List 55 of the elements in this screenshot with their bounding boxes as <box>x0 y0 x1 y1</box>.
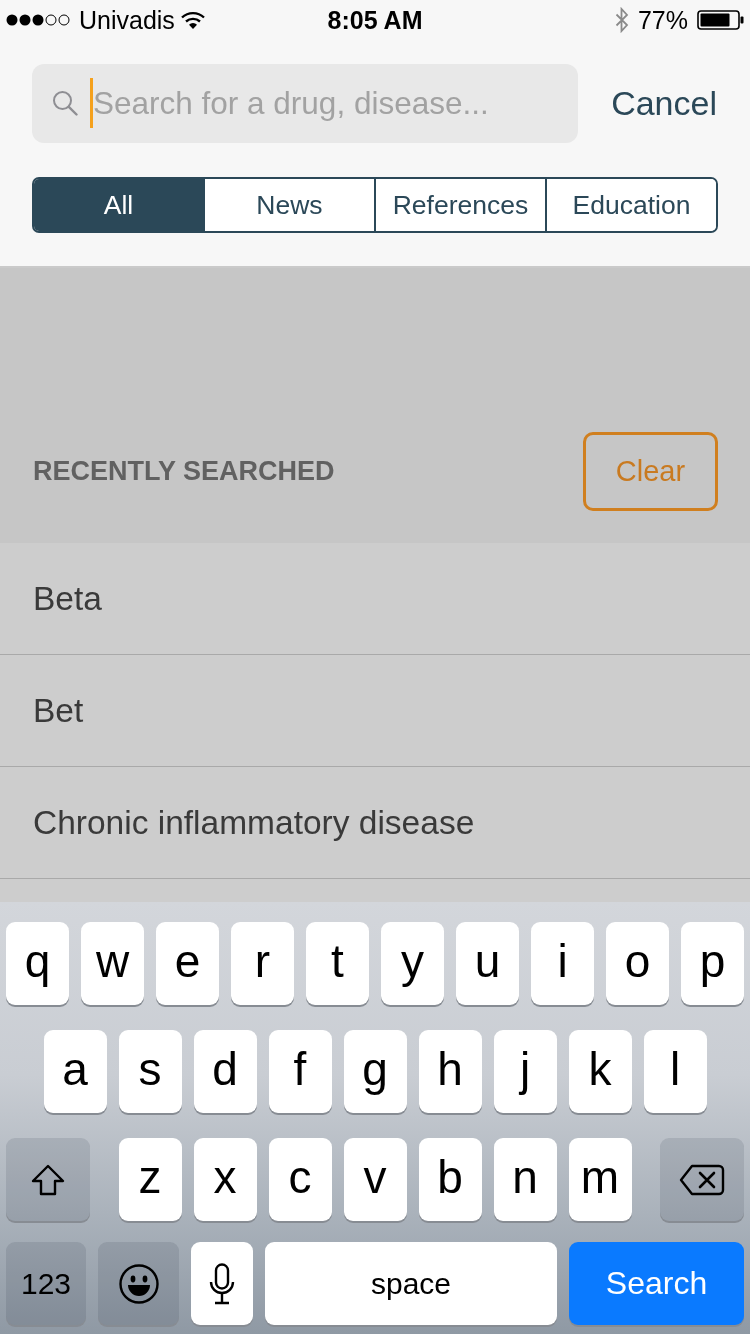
recent-search-item[interactable]: Bet <box>0 655 750 767</box>
letter-key[interactable]: f <box>268 1030 332 1113</box>
smiley-icon <box>118 1263 159 1304</box>
signal-strength-icon <box>6 14 70 26</box>
letter-key[interactable]: p <box>681 922 744 1005</box>
cancel-button[interactable]: Cancel <box>611 84 717 123</box>
search-key[interactable]: Search <box>569 1242 744 1325</box>
search-field[interactable]: Search for a drug, disease... <box>32 64 578 143</box>
letter-key[interactable]: k <box>568 1030 632 1113</box>
delete-key[interactable] <box>660 1138 744 1221</box>
filter-tab[interactable]: News <box>203 179 374 231</box>
carrier-name: Univadis <box>79 5 175 35</box>
letter-key[interactable]: g <box>343 1030 407 1113</box>
letter-key[interactable]: e <box>156 922 219 1005</box>
space-key[interactable]: space <box>265 1242 557 1325</box>
letter-key[interactable]: u <box>456 922 519 1005</box>
bluetooth-icon <box>614 7 629 33</box>
letter-key[interactable]: n <box>493 1138 557 1221</box>
backspace-icon <box>679 1163 725 1196</box>
dictation-key[interactable] <box>191 1242 253 1325</box>
letter-key[interactable]: h <box>418 1030 482 1113</box>
letter-key[interactable]: o <box>606 922 669 1005</box>
section-heading: RECENTLY SEARCHED <box>33 456 335 487</box>
letter-key[interactable]: b <box>418 1138 482 1221</box>
filter-tab[interactable]: Education <box>545 179 716 231</box>
numbers-key[interactable]: 123 <box>6 1242 86 1325</box>
letter-key[interactable]: w <box>81 922 144 1005</box>
letter-key[interactable]: z <box>118 1138 182 1221</box>
battery-percentage: 77% <box>637 5 688 35</box>
recent-search-item[interactable]: Beta <box>0 543 750 655</box>
letter-key[interactable]: d <box>193 1030 257 1113</box>
letter-key[interactable]: l <box>643 1030 707 1113</box>
recent-search-item[interactable]: Chronic inflammatory disease <box>0 767 750 879</box>
letter-key[interactable]: s <box>118 1030 182 1113</box>
letter-key[interactable]: v <box>343 1138 407 1221</box>
filter-tab[interactable]: All <box>34 179 203 231</box>
letter-key[interactable]: r <box>231 922 294 1005</box>
emoji-key[interactable] <box>98 1242 179 1325</box>
letter-key[interactable]: a <box>43 1030 107 1113</box>
letter-key[interactable]: m <box>568 1138 632 1221</box>
letter-key[interactable]: x <box>193 1138 257 1221</box>
letter-key[interactable]: q <box>6 922 69 1005</box>
letter-key[interactable]: j <box>493 1030 557 1113</box>
letter-key[interactable]: y <box>381 922 444 1005</box>
filter-tab[interactable]: References <box>374 179 545 231</box>
letter-key[interactable]: c <box>268 1138 332 1221</box>
up-arrow-icon <box>31 1163 65 1196</box>
clock-time: 8:05 AM <box>327 5 423 35</box>
search-icon <box>52 90 78 116</box>
wifi-icon <box>180 11 205 29</box>
letter-key[interactable]: t <box>306 922 369 1005</box>
battery-icon <box>697 10 744 30</box>
microphone-icon <box>209 1262 235 1305</box>
letter-key[interactable]: i <box>531 922 594 1005</box>
shift-key[interactable] <box>6 1138 90 1221</box>
